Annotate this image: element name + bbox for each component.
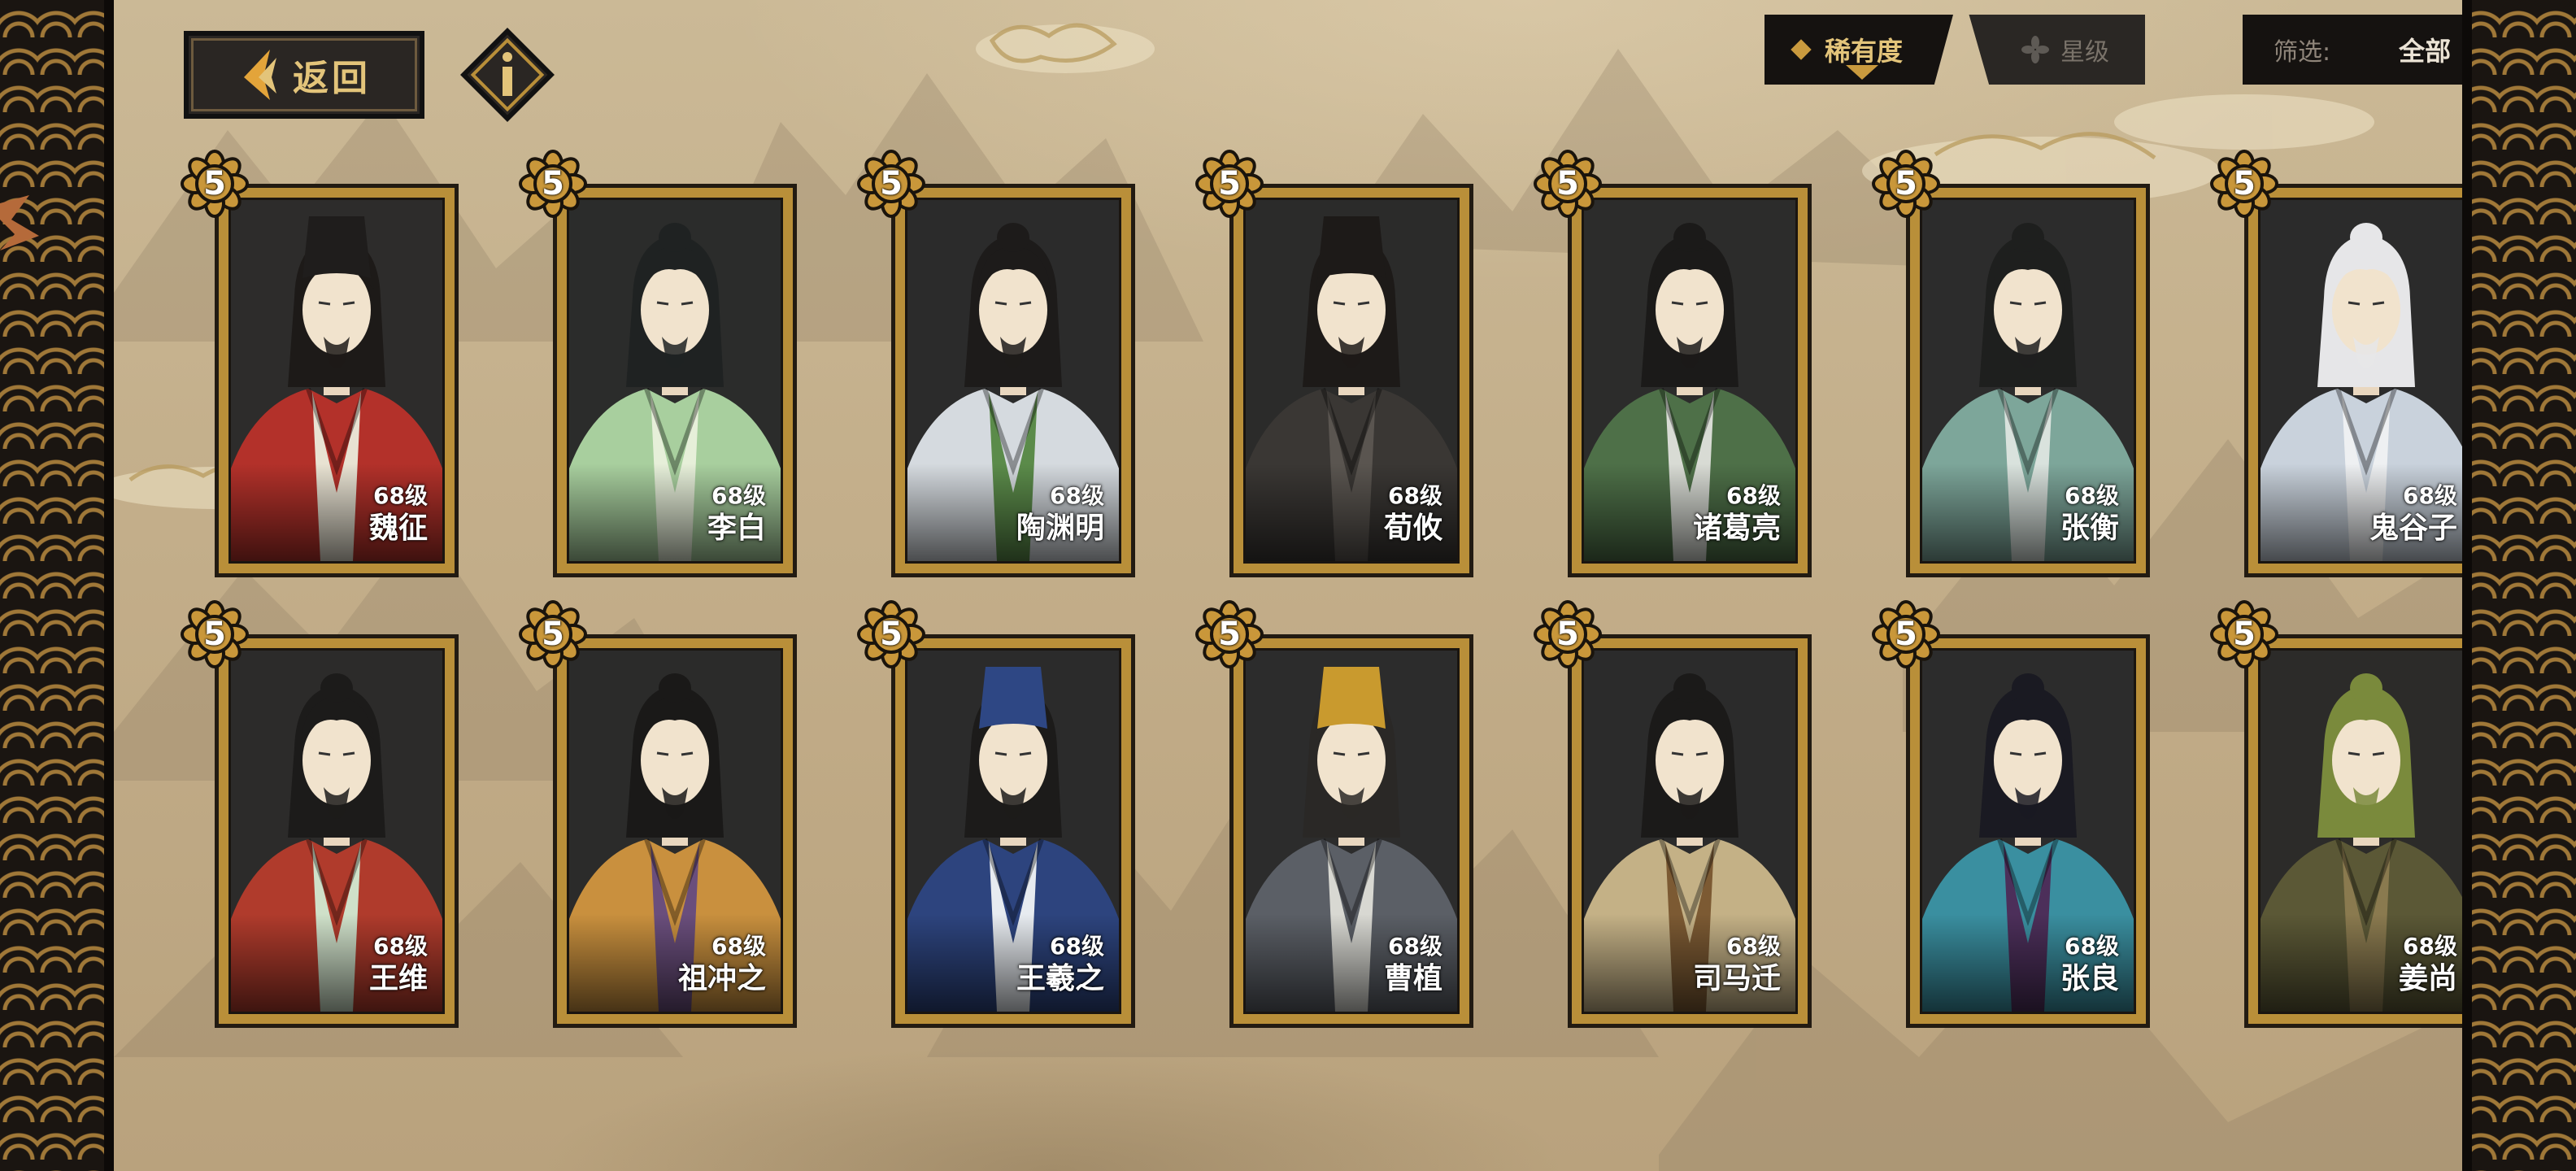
- hero-card[interactable]: 68级 司马迁 5: [1534, 600, 1812, 1028]
- star-count-badge: 5: [519, 150, 587, 218]
- star-count: 5: [1556, 616, 1579, 653]
- hero-name: 司马迁: [1692, 962, 1781, 995]
- card-portrait-area: 68级 李白: [567, 198, 783, 564]
- hero-card[interactable]: 68级 曹植 5: [1195, 600, 1473, 1028]
- star-count-badge: 5: [181, 150, 249, 218]
- hero-card[interactable]: 68级 荀攸 5: [1195, 150, 1473, 577]
- hero-card[interactable]: 68级 陶渊明 5: [857, 150, 1135, 577]
- back-button-label: 返回: [293, 58, 371, 99]
- character-list-panel: 返回 稀有度 星级 筛选: 全部 68级 魏征 5 68级 李白 5 68级 陶…: [114, 0, 2462, 1171]
- card-portrait-area: 68级 荀攸: [1243, 198, 1460, 564]
- star-count-badge: 5: [1534, 600, 1602, 668]
- star-count: 5: [203, 165, 226, 202]
- star-count: 5: [542, 616, 564, 653]
- star-count-badge: 5: [519, 600, 587, 668]
- hero-name: 王羲之: [1016, 962, 1104, 995]
- card-portrait-area: 68级 陶渊明: [905, 198, 1121, 564]
- star-count: 5: [1556, 165, 1579, 202]
- tab-star-level-label: 星级: [2060, 38, 2109, 67]
- hero-card[interactable]: 68级 张良 5: [1872, 600, 2150, 1028]
- card-portrait-area: 68级 魏征: [228, 198, 445, 564]
- star-count: 5: [1895, 616, 1917, 653]
- star-count-badge: 5: [181, 600, 249, 668]
- card-portrait-area: 68级 诸葛亮: [1582, 198, 1798, 564]
- star-count-badge: 5: [1872, 150, 1940, 218]
- star-count-badge: 5: [1534, 150, 1602, 218]
- hero-name: 魏征: [368, 511, 428, 545]
- hero-name: 李白: [707, 511, 766, 545]
- left-border-frame: [0, 0, 114, 1171]
- card-portrait-area: 68级 张衡: [1920, 198, 2136, 564]
- side-tab-arrow-icon[interactable]: [0, 187, 49, 260]
- left-border-edge: [104, 0, 114, 1171]
- hero-name: 鬼谷子: [2369, 511, 2457, 545]
- hero-card[interactable]: 68级 张衡 5: [1872, 150, 2150, 577]
- star-count-badge: 5: [1195, 150, 1264, 218]
- right-border-edge: [2462, 0, 2472, 1171]
- sort-tabs: 稀有度 星级: [1764, 15, 2145, 85]
- filter-label: 筛选:: [2274, 38, 2331, 67]
- star-count-badge: 5: [2210, 150, 2278, 218]
- card-portrait-area: 68级 王维: [228, 648, 445, 1014]
- card-portrait-area: 68级 曹植: [1243, 648, 1460, 1014]
- hero-card[interactable]: 68级 魏征 5: [181, 150, 459, 577]
- star-count: 5: [203, 616, 226, 653]
- star-count-badge: 5: [857, 150, 925, 218]
- hero-name: 张良: [2060, 962, 2119, 995]
- star-count: 5: [880, 165, 903, 202]
- filter-value: 全部: [2399, 36, 2452, 67]
- info-icon[interactable]: [459, 26, 556, 124]
- hero-card[interactable]: 68级 王羲之 5: [857, 600, 1135, 1028]
- chevron-left-icon: [244, 50, 276, 100]
- star-count: 5: [2233, 616, 2256, 653]
- tab-star-level[interactable]: 星级: [1969, 15, 2145, 85]
- hero-card[interactable]: 68级 祖冲之 5: [519, 600, 797, 1028]
- star-count-badge: 5: [2210, 600, 2278, 668]
- star-count: 5: [880, 616, 903, 653]
- hero-card[interactable]: 68级 诸葛亮 5: [1534, 150, 1812, 577]
- star-count: 5: [1895, 165, 1917, 202]
- hero-name: 姜尚: [2398, 962, 2457, 995]
- card-portrait-area: 68级 司马迁: [1582, 648, 1798, 1014]
- star-count: 5: [1218, 165, 1241, 202]
- hero-card[interactable]: 68级 王维 5: [181, 600, 459, 1028]
- hero-name: 诸葛亮: [1692, 511, 1781, 545]
- hero-card[interactable]: 68级 姜尚 5: [2210, 600, 2462, 1028]
- hero-name: 荀攸: [1383, 511, 1442, 545]
- star-count-badge: 5: [857, 600, 925, 668]
- card-portrait-area: 68级 祖冲之: [567, 648, 783, 1014]
- star-count: 5: [542, 165, 564, 202]
- filter-dropdown[interactable]: 筛选: 全部 •••: [2243, 15, 2462, 85]
- right-border-frame: [2462, 0, 2576, 1171]
- card-portrait-area: 68级 姜尚: [2258, 648, 2462, 1014]
- hero-name: 张衡: [2060, 511, 2119, 545]
- star-count-badge: 5: [1872, 600, 1940, 668]
- hero-name: 王维: [368, 962, 428, 995]
- star-count: 5: [1218, 616, 1241, 653]
- hero-card[interactable]: 68级 鬼谷子 5: [2210, 150, 2462, 577]
- sort-descending-icon: [1846, 65, 1878, 80]
- hero-name: 曹植: [1383, 962, 1442, 995]
- tab-rarity-label: 稀有度: [1825, 36, 1904, 67]
- card-portrait-area: 68级 鬼谷子: [2258, 198, 2462, 564]
- star-count: 5: [2233, 165, 2256, 202]
- diamond-icon: [1791, 39, 1812, 60]
- tab-rarity[interactable]: 稀有度: [1764, 15, 1953, 85]
- star-count-badge: 5: [1195, 600, 1264, 668]
- card-portrait-area: 68级 张良: [1920, 648, 2136, 1014]
- flower-star-icon: [2021, 36, 2049, 63]
- back-button[interactable]: 返回: [184, 31, 424, 119]
- hero-name: 祖冲之: [677, 962, 766, 995]
- hero-card[interactable]: 68级 李白 5: [519, 150, 797, 577]
- hero-name: 陶渊明: [1016, 511, 1104, 545]
- card-portrait-area: 68级 王羲之: [905, 648, 1121, 1014]
